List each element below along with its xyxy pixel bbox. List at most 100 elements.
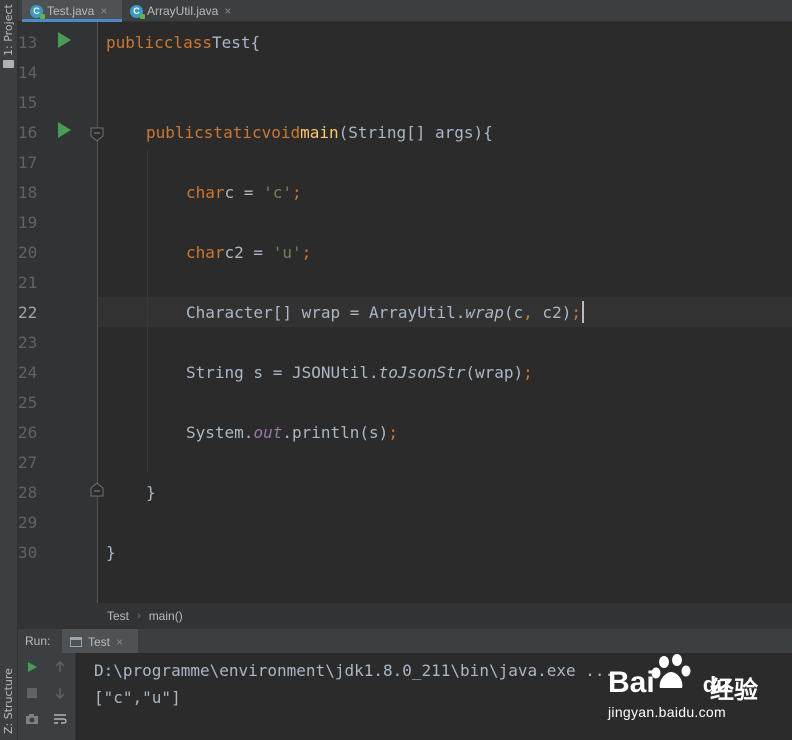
run-tab-label: Test	[88, 634, 111, 649]
structure-tool-label: Z: Structure	[2, 668, 15, 734]
editor-tab-bar: C Test.java × C ArrayUtil.java ×	[18, 0, 792, 22]
code-line-30: }	[106, 537, 116, 567]
code-line-24: String s = JSONUtil. toJsonStr (wrap);	[186, 357, 533, 387]
code-line-28: }	[146, 477, 156, 507]
close-icon[interactable]: ×	[116, 635, 123, 649]
indent-guide	[147, 150, 148, 472]
token-keyword: public	[146, 122, 204, 142]
arrow-down-icon[interactable]	[50, 683, 70, 703]
console-output-line: ["c","u"]	[94, 688, 181, 707]
code-line-13: public class Test {	[106, 27, 260, 57]
token-brace: }	[146, 482, 156, 502]
token-keyword: class	[163, 32, 212, 52]
code-line-18: char c = 'c';	[186, 177, 302, 207]
chevron-right-icon: ›	[137, 610, 141, 622]
token-text: System.	[186, 422, 254, 442]
run-main-icon[interactable]	[58, 122, 71, 138]
run-class-icon[interactable]	[58, 32, 71, 48]
close-icon[interactable]: ×	[224, 4, 231, 18]
console-command-line: D:\programme\environment\jdk1.8.0_211\bi…	[94, 661, 615, 680]
token-text: String s = JSONUtil.	[186, 362, 379, 382]
line-number-current: 22	[18, 302, 38, 322]
line-number: 18	[18, 182, 38, 202]
token-text: c2)	[532, 302, 572, 322]
line-number: 16	[18, 122, 38, 142]
tab-label: Test.java	[47, 4, 95, 18]
rerun-icon[interactable]	[22, 657, 42, 677]
close-icon[interactable]: ×	[100, 4, 107, 18]
breadcrumb-item-class[interactable]: Test	[107, 609, 129, 623]
token-semicolon: ;	[523, 362, 533, 382]
line-number: 24	[18, 362, 38, 382]
line-number: 25	[18, 392, 38, 412]
line-number: 13	[18, 32, 38, 52]
project-tool-tab[interactable]: 1: Project	[0, 0, 18, 72]
token-static-field: out	[253, 422, 283, 442]
tab-test-java[interactable]: C Test.java ×	[22, 0, 122, 22]
code-line-16: public static void main (String[] args){	[146, 117, 493, 147]
project-tool-label: 1: Project	[2, 4, 15, 56]
line-number: 15	[18, 92, 38, 112]
token-keyword: public	[106, 32, 164, 52]
java-class-icon: C	[130, 4, 145, 19]
run-tab-test[interactable]: Test ×	[62, 629, 138, 654]
left-tool-strip: 1: Project Z: Structure	[0, 0, 18, 740]
arrow-up-icon[interactable]	[50, 657, 70, 677]
token-brace: }	[106, 542, 116, 562]
folder-icon	[3, 60, 14, 68]
text-caret	[581, 301, 584, 323]
token-static-method: toJsonStr	[378, 362, 466, 382]
token-comma: ,	[523, 302, 533, 322]
token-static-method: wrap	[465, 302, 504, 322]
code-line-26: System. out .println(s);	[186, 417, 398, 447]
structure-tool-tab[interactable]: Z: Structure	[0, 666, 18, 740]
token-text: .println(s)	[282, 422, 389, 442]
token-keyword: char	[186, 182, 225, 202]
line-number: 30	[18, 542, 38, 562]
fold-close-icon[interactable]	[89, 482, 105, 498]
soft-wrap-icon[interactable]	[50, 709, 70, 729]
baidu-watermark: Bai du 经验 jingyan.baidu.com	[604, 652, 790, 724]
watermark-url: jingyan.baidu.com	[608, 704, 726, 720]
line-number: 26	[18, 422, 38, 442]
tab-arrayutil-java[interactable]: C ArrayUtil.java ×	[122, 0, 250, 22]
token-keyword: void	[261, 122, 301, 142]
run-panel-header: Run: Test ×	[18, 628, 792, 654]
token-class-name: Test	[211, 32, 251, 52]
java-class-icon: C	[30, 4, 45, 19]
code-line-22: Character[] wrap = ArrayUtil. wrap (c, c2)…	[186, 297, 584, 327]
token-semicolon: ;	[571, 302, 581, 322]
breadcrumb: Test › main()	[18, 603, 792, 628]
token-params: (String[] args){	[338, 122, 493, 142]
line-number: 21	[18, 272, 38, 292]
code-line-20: char c2 = 'u';	[186, 237, 311, 267]
line-number: 29	[18, 512, 38, 532]
token-text: c2 =	[224, 242, 273, 262]
line-number: 19	[18, 212, 38, 232]
token-string: 'c'	[263, 182, 292, 202]
token-text: (wrap)	[465, 362, 524, 382]
token-brace: {	[250, 32, 261, 52]
token-keyword: char	[186, 242, 225, 262]
token-text: Character[] wrap = ArrayUtil.	[186, 302, 466, 322]
line-number: 23	[18, 332, 38, 352]
token-semicolon: ;	[291, 182, 302, 202]
token-string: 'u'	[272, 242, 302, 262]
camera-icon[interactable]	[22, 709, 42, 729]
line-number: 20	[18, 242, 38, 262]
watermark-chinese: 经验	[710, 676, 758, 704]
token-text: (c	[503, 302, 524, 322]
token-semicolon: ;	[301, 242, 312, 262]
token-method-name: main	[300, 122, 339, 142]
token-keyword: static	[203, 122, 262, 142]
fold-open-icon[interactable]	[89, 126, 105, 142]
console-window-icon	[70, 636, 82, 647]
run-toolbar	[18, 653, 76, 740]
stop-icon[interactable]	[22, 683, 42, 703]
breadcrumb-item-method[interactable]: main()	[149, 609, 183, 623]
token-text: c =	[224, 182, 264, 202]
line-number: 17	[18, 152, 38, 172]
run-panel-label: Run:	[25, 634, 51, 648]
line-number: 27	[18, 452, 38, 472]
token-semicolon: ;	[388, 422, 398, 442]
